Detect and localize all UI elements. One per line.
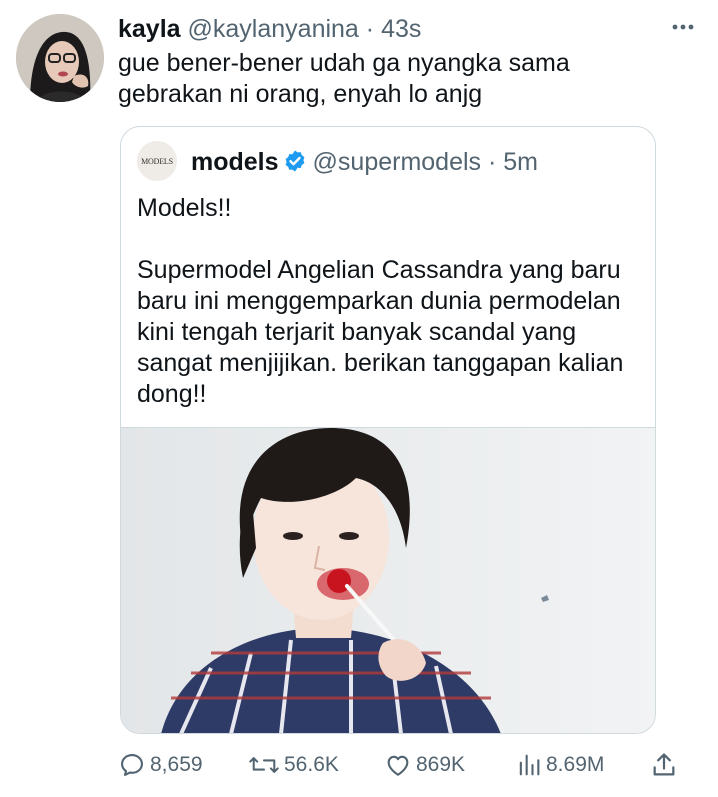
like-count: 869K (416, 753, 466, 776)
share-icon (650, 751, 682, 779)
author-name[interactable]: kayla (118, 15, 181, 43)
tweet-text: gue bener-bener udah ga nyangka sama geb… (118, 49, 570, 108)
like-button[interactable]: 869K (384, 748, 465, 782)
user-avatar[interactable] (16, 14, 104, 102)
quoted-tweet[interactable]: MODELS models @supermodels · 5m Models!! … (120, 126, 656, 734)
quoted-tweet-image[interactable] (121, 427, 655, 733)
tweet-time[interactable]: 43s (381, 15, 421, 43)
retweet-icon (248, 751, 284, 779)
views-button[interactable]: 8.69M (516, 748, 604, 782)
quoted-tweet-time[interactable]: 5m (503, 148, 538, 176)
tweet-actions: 8,659 56.6K 869K 8.69M (118, 748, 680, 782)
share-button[interactable] (650, 748, 682, 782)
views-bar-chart-icon (516, 751, 546, 779)
reply-button[interactable]: 8,659 (118, 748, 203, 782)
quoted-author-handle[interactable]: @supermodels (313, 148, 482, 176)
quoted-author-name[interactable]: models (191, 148, 279, 176)
verified-badge-icon (283, 149, 307, 180)
separator-dot: · (358, 15, 382, 43)
quoted-text-body: Supermodel Angelian Cassandra yang baru … (137, 256, 624, 408)
quoted-separator-dot: · (481, 148, 504, 176)
quoted-text-heading: Models!! (137, 194, 232, 222)
author-handle[interactable]: @kaylanyanina (188, 15, 359, 43)
tweet[interactable]: kayla @kaylanyanina · 43s gue bener-bene… (0, 0, 718, 797)
quoted-author-avatar[interactable]: MODELS (137, 141, 177, 181)
more-horizontal-icon[interactable] (670, 14, 696, 44)
reply-icon (118, 751, 150, 779)
retweet-button[interactable]: 56.6K (248, 748, 339, 782)
retweet-count: 56.6K (284, 753, 339, 776)
reply-count: 8,659 (150, 753, 203, 776)
heart-icon (384, 751, 416, 779)
quoted-tweet-text: Models!! Supermodel Angelian Cassandra y… (137, 193, 645, 410)
avatar-photo (16, 14, 104, 102)
views-count: 8.69M (546, 753, 605, 776)
model-photo (121, 428, 655, 733)
tweet-header: kayla @kaylanyanina · 43s (118, 14, 421, 44)
quoted-tweet-header: models @supermodels · 5m (191, 147, 538, 180)
